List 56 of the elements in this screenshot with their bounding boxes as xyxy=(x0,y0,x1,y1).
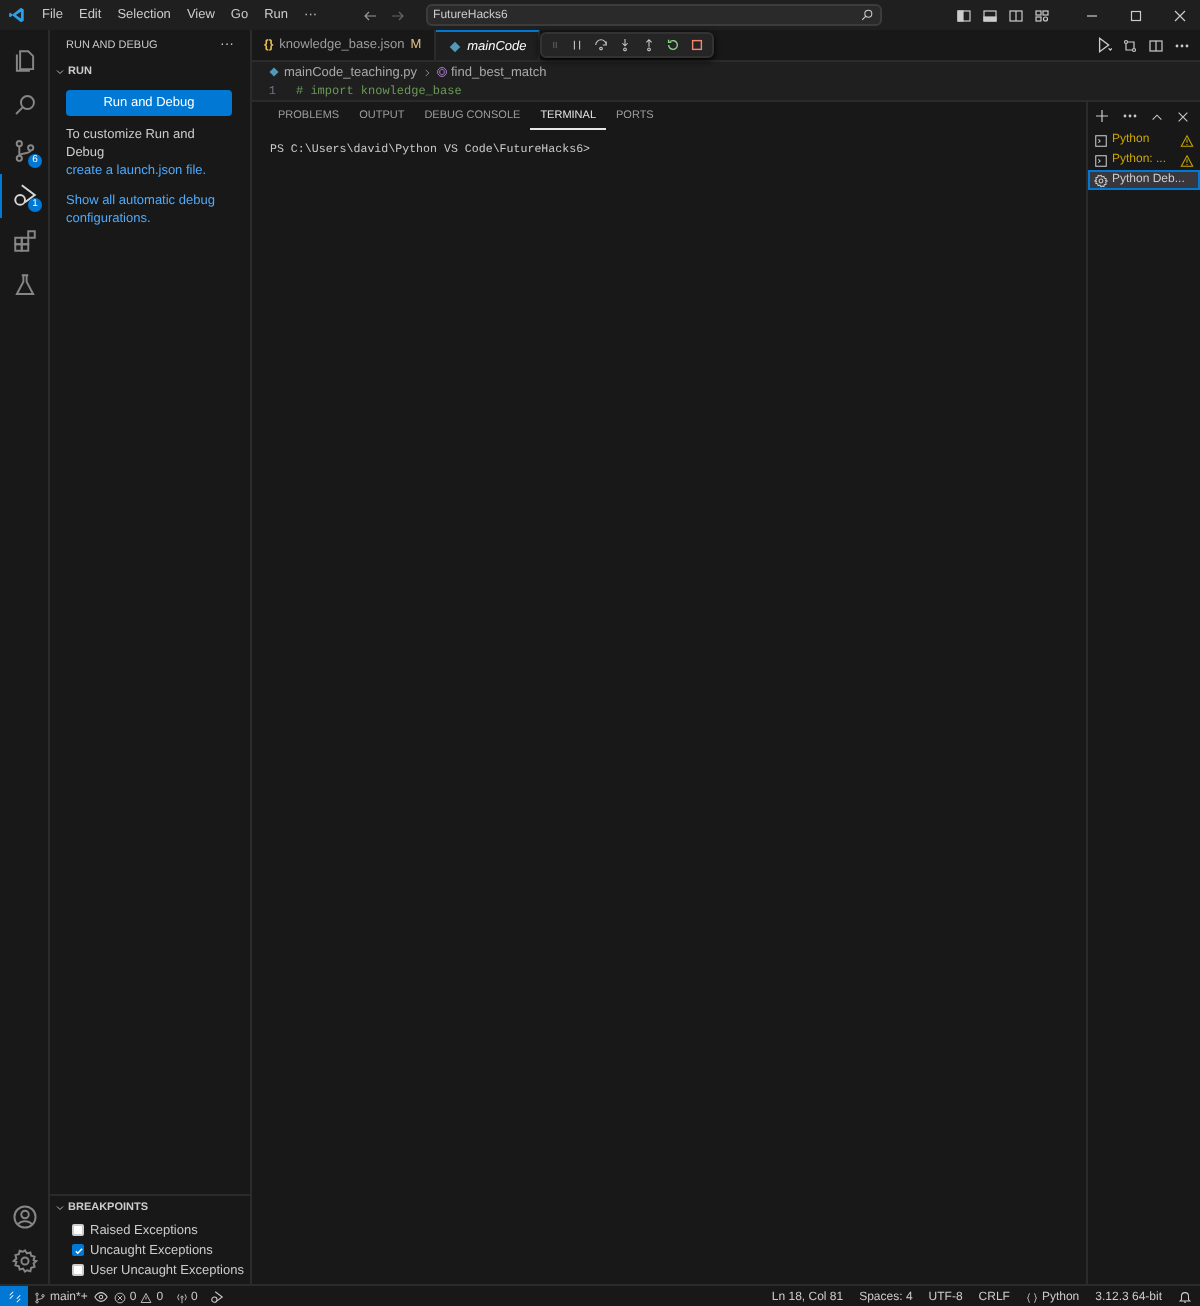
check-icon xyxy=(73,1245,83,1255)
warning-icon xyxy=(1180,133,1194,147)
warning-icon xyxy=(1180,153,1194,167)
search-icon xyxy=(859,8,874,22)
python-file-icon xyxy=(447,39,462,53)
close-icon[interactable] xyxy=(1176,109,1190,123)
chevron-down-icon xyxy=(54,1202,66,1214)
pause-icon[interactable] xyxy=(570,38,585,52)
run-debug-icon[interactable] xyxy=(1094,36,1112,54)
close-icon[interactable] xyxy=(1172,7,1188,23)
remote-icon xyxy=(7,1290,21,1304)
panel-layout-icon[interactable] xyxy=(982,7,998,23)
chevron-down-icon xyxy=(54,66,66,78)
source-control-icon xyxy=(12,137,38,164)
stop-icon[interactable] xyxy=(690,38,705,52)
antenna-icon xyxy=(175,1291,188,1303)
remote-button[interactable] xyxy=(0,1286,28,1306)
chevron-right-icon xyxy=(421,67,431,77)
terminal-icon xyxy=(1094,153,1108,167)
maximize-icon[interactable] xyxy=(1128,7,1144,23)
run-debug-icon xyxy=(12,182,38,209)
sidebar-layout-icon[interactable] xyxy=(956,7,972,23)
branch-icon xyxy=(34,1291,46,1303)
compare-changes-icon[interactable] xyxy=(1122,37,1138,53)
warning-icon xyxy=(140,1291,153,1303)
error-icon xyxy=(113,1291,126,1303)
checkbox[interactable] xyxy=(72,1264,84,1276)
extensions-icon xyxy=(12,227,38,254)
add-terminal-icon[interactable] xyxy=(1094,108,1110,124)
vscode-logo-icon xyxy=(8,6,26,24)
braces-icon xyxy=(1025,1291,1038,1303)
terminal-icon xyxy=(1094,133,1108,147)
step-over-icon[interactable] xyxy=(594,38,609,52)
gear-icon xyxy=(1094,173,1108,187)
split-editor-icon[interactable] xyxy=(1148,37,1164,53)
step-out-icon[interactable] xyxy=(642,38,657,52)
checkbox[interactable] xyxy=(72,1244,84,1256)
bell-icon[interactable] xyxy=(1178,1290,1192,1304)
settings-icon[interactable] xyxy=(12,1248,38,1275)
drag-handle-icon[interactable] xyxy=(550,38,561,52)
search-icon xyxy=(12,92,38,119)
account-icon[interactable] xyxy=(12,1203,38,1230)
flask-icon xyxy=(12,272,38,299)
forward-arrow-icon[interactable] xyxy=(389,7,406,23)
step-into-icon[interactable] xyxy=(618,38,633,52)
split-layout-icon[interactable] xyxy=(1008,7,1024,23)
maximize-panel-icon[interactable] xyxy=(1150,109,1164,123)
back-arrow-icon[interactable] xyxy=(361,7,378,23)
python-file-icon xyxy=(268,66,280,78)
debug-icon[interactable] xyxy=(209,1290,224,1304)
files-icon xyxy=(12,47,38,74)
checkbox[interactable] xyxy=(72,1224,84,1236)
customize-layout-icon[interactable] xyxy=(1034,7,1050,23)
eye-icon[interactable] xyxy=(93,1290,108,1304)
restart-icon[interactable] xyxy=(666,38,681,52)
symbol-method-icon xyxy=(435,66,447,78)
